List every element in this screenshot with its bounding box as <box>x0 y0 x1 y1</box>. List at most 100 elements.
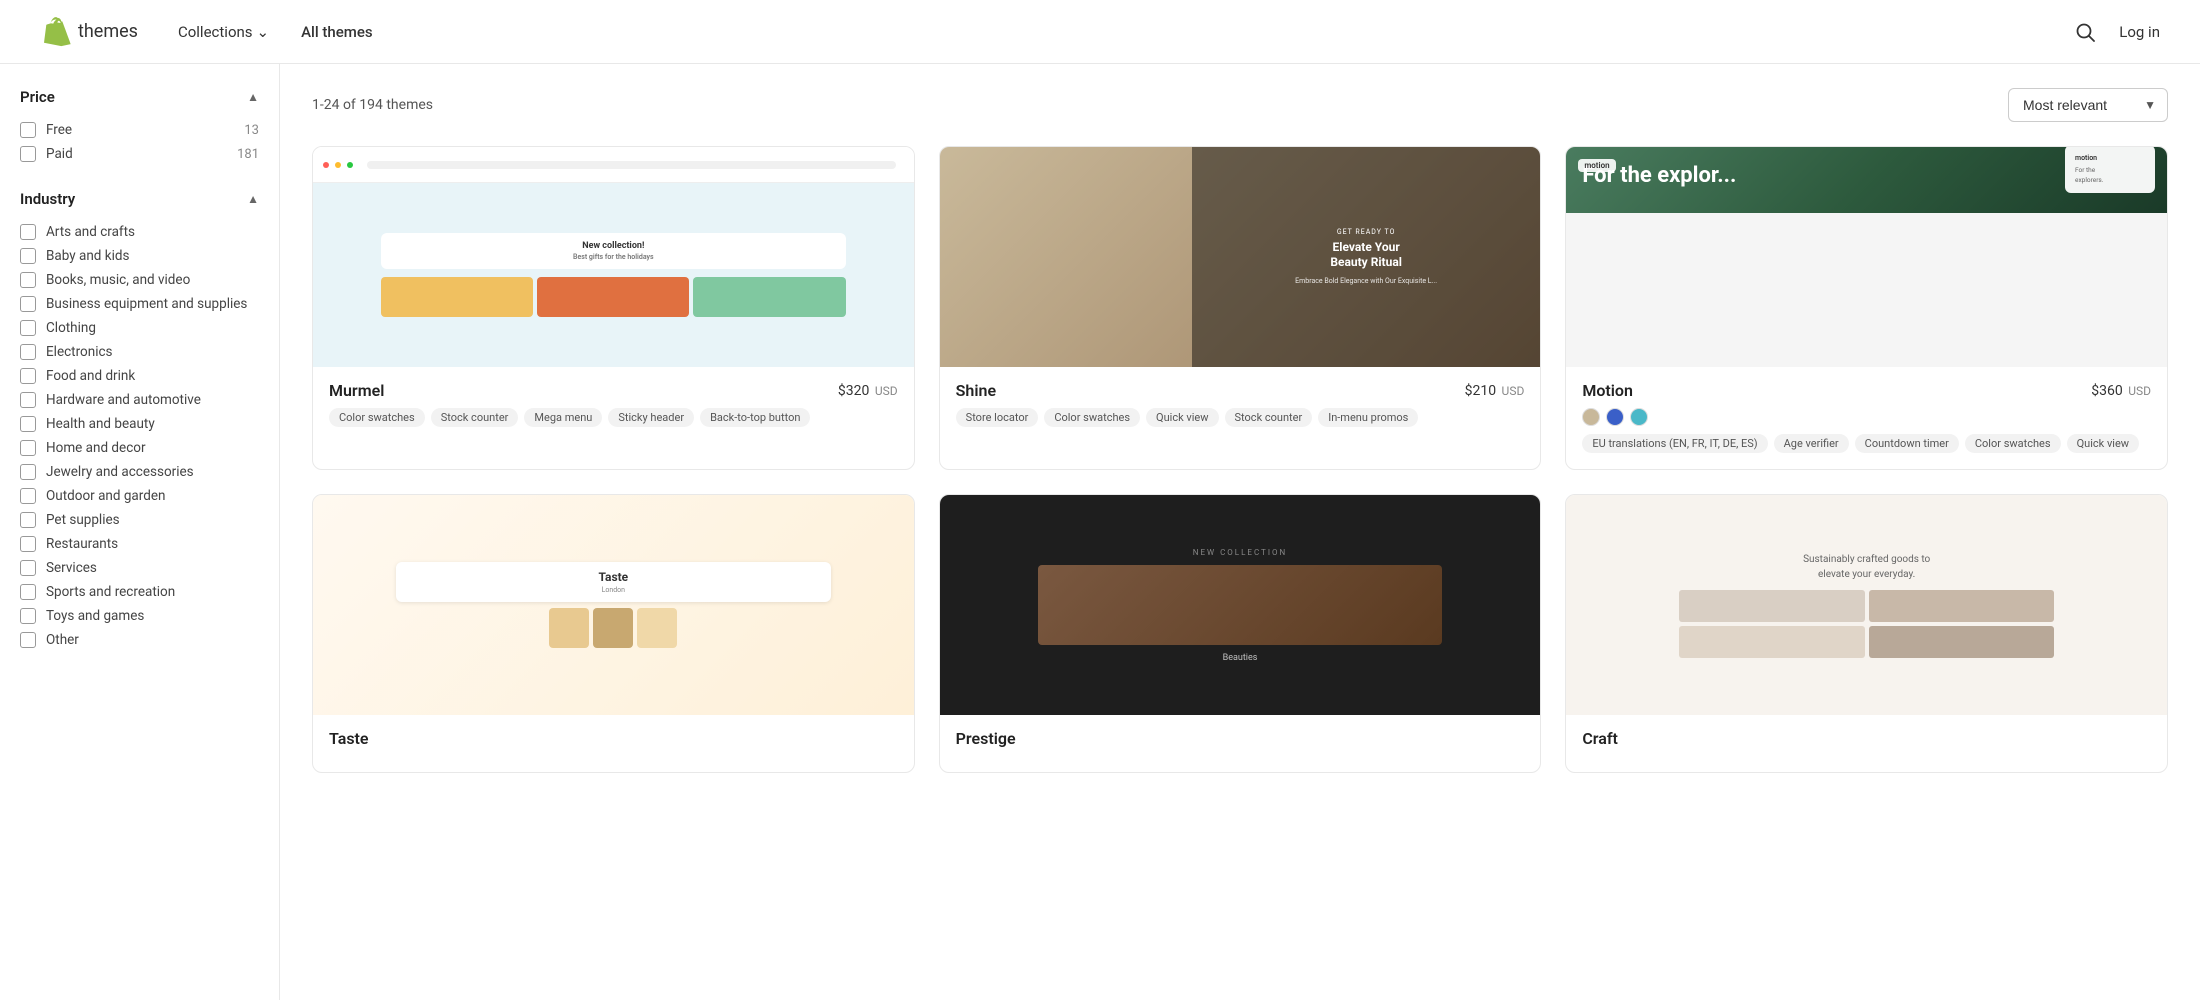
industry-checkbox-14[interactable] <box>20 560 36 576</box>
all-themes-label: All themes <box>301 23 373 41</box>
industry-filter-item-2[interactable]: Books, music, and video <box>20 268 259 292</box>
theme-card-craft[interactable]: Sustainably crafted goods toelevate your… <box>1565 494 2168 773</box>
log-in-link[interactable]: Log in <box>2119 23 2160 41</box>
industry-checkbox-0[interactable] <box>20 224 36 240</box>
theme-tag: In-menu promos <box>1318 408 1418 427</box>
industry-filter-item-14[interactable]: Services <box>20 556 259 580</box>
industry-filter-item-11[interactable]: Outdoor and garden <box>20 484 259 508</box>
industry-checkbox-17[interactable] <box>20 632 36 648</box>
industry-checkbox-12[interactable] <box>20 512 36 528</box>
industry-checkbox-11[interactable] <box>20 488 36 504</box>
main-content: 1-24 of 194 themes Most relevantNewestPr… <box>280 64 2200 1000</box>
industry-label-12: Pet supplies <box>46 512 259 528</box>
industry-filter-item-3[interactable]: Business equipment and supplies <box>20 292 259 316</box>
collections-chevron-icon: ⌄ <box>257 23 270 41</box>
theme-name-motion: Motion <box>1582 381 1633 400</box>
theme-price-motion: $360 USD <box>2091 383 2151 399</box>
theme-currency: USD <box>875 384 898 398</box>
industry-filter-item-13[interactable]: Restaurants <box>20 532 259 556</box>
price-free-count: 13 <box>244 123 259 138</box>
main-layout: Price ▲ Free 13 Paid 181 Industry ▲ Arts… <box>0 64 2200 1000</box>
theme-info-taste: Taste <box>313 715 914 772</box>
theme-info-murmel: Murmel $320 USD Color swatchesStock coun… <box>313 367 914 443</box>
price-filter-paid[interactable]: Paid 181 <box>20 142 259 166</box>
theme-price-murmel: $320 USD <box>838 383 898 399</box>
industry-filter-item-16[interactable]: Toys and games <box>20 604 259 628</box>
theme-price-shine: $210 USD <box>1465 383 1525 399</box>
industry-filter-item-5[interactable]: Electronics <box>20 340 259 364</box>
theme-card-prestige[interactable]: New Collection Beauties Prestige <box>939 494 1542 773</box>
industry-checkbox-3[interactable] <box>20 296 36 312</box>
industry-label-5: Electronics <box>46 344 259 360</box>
swatch-0[interactable] <box>1582 408 1600 426</box>
theme-title-row: Prestige <box>956 729 1525 748</box>
header-actions: Log in <box>2071 18 2160 46</box>
theme-card-taste[interactable]: Taste London Taste <box>312 494 915 773</box>
theme-card-motion[interactable]: motion For the explor... motion For thee… <box>1565 146 2168 470</box>
price-section-header[interactable]: Price ▲ <box>20 88 259 106</box>
industry-label-15: Sports and recreation <box>46 584 259 600</box>
swatch-2[interactable] <box>1630 408 1648 426</box>
price-paid-label: Paid <box>46 146 227 162</box>
theme-card-shine[interactable]: Get Ready To Elevate YourBeauty Ritual E… <box>939 146 1542 470</box>
sort-select[interactable]: Most relevantNewestPrice: low to highPri… <box>2008 88 2168 122</box>
price-filter-free[interactable]: Free 13 <box>20 118 259 142</box>
industry-checkbox-8[interactable] <box>20 416 36 432</box>
industry-checkbox-1[interactable] <box>20 248 36 264</box>
industry-checkbox-4[interactable] <box>20 320 36 336</box>
industry-checkbox-5[interactable] <box>20 344 36 360</box>
industry-checkbox-16[interactable] <box>20 608 36 624</box>
theme-info-prestige: Prestige <box>940 715 1541 772</box>
industry-checkbox-6[interactable] <box>20 368 36 384</box>
industry-filter-item-12[interactable]: Pet supplies <box>20 508 259 532</box>
theme-tag: Stock counter <box>1225 408 1313 427</box>
industry-checkbox-10[interactable] <box>20 464 36 480</box>
industry-checkbox-7[interactable] <box>20 392 36 408</box>
price-paid-checkbox[interactable] <box>20 146 36 162</box>
theme-preview-taste: Taste London <box>313 495 914 715</box>
price-free-checkbox[interactable] <box>20 122 36 138</box>
swatch-1[interactable] <box>1606 408 1624 426</box>
industry-filter-item-8[interactable]: Health and beauty <box>20 412 259 436</box>
industry-filter-item-10[interactable]: Jewelry and accessories <box>20 460 259 484</box>
industry-filter-item-4[interactable]: Clothing <box>20 316 259 340</box>
industry-label-7: Hardware and automotive <box>46 392 259 408</box>
industry-checkbox-9[interactable] <box>20 440 36 456</box>
theme-preview-shine: Get Ready To Elevate YourBeauty Ritual E… <box>940 147 1541 367</box>
theme-preview-prestige: New Collection Beauties <box>940 495 1541 715</box>
industry-filter-item-9[interactable]: Home and decor <box>20 436 259 460</box>
price-title: Price <box>20 88 55 106</box>
industry-filter-item-17[interactable]: Other <box>20 628 259 652</box>
theme-tag: Countdown timer <box>1855 434 1959 453</box>
theme-name-shine: Shine <box>956 381 996 400</box>
theme-tag: Color swatches <box>329 408 425 427</box>
industry-collapse-icon: ▲ <box>247 192 259 206</box>
theme-tag: Back-to-top button <box>700 408 810 427</box>
theme-card-murmel[interactable]: New collection! Best gifts for the holid… <box>312 146 915 470</box>
theme-tag: Sticky header <box>608 408 694 427</box>
theme-tag: EU translations (EN, FR, IT, DE, ES) <box>1582 434 1767 453</box>
industry-label-14: Services <box>46 560 259 576</box>
theme-title-row: Murmel $320 USD <box>329 381 898 400</box>
theme-preview-craft: Sustainably crafted goods toelevate your… <box>1566 495 2167 715</box>
industry-filter-item-15[interactable]: Sports and recreation <box>20 580 259 604</box>
nav-all-themes[interactable]: All themes <box>301 23 373 41</box>
search-button[interactable] <box>2071 18 2099 46</box>
industry-filter-item-1[interactable]: Baby and kids <box>20 244 259 268</box>
industry-filter-item-0[interactable]: Arts and crafts <box>20 220 259 244</box>
industry-section-header[interactable]: Industry ▲ <box>20 190 259 208</box>
theme-info-shine: Shine $210 USD Store locatorColor swatch… <box>940 367 1541 443</box>
industry-label-3: Business equipment and supplies <box>46 296 259 312</box>
industry-checkbox-13[interactable] <box>20 536 36 552</box>
logo-link[interactable]: themes <box>40 16 138 48</box>
industry-filter-item-6[interactable]: Food and drink <box>20 364 259 388</box>
results-count: 1-24 of 194 themes <box>312 97 433 113</box>
industry-filter-item-7[interactable]: Hardware and automotive <box>20 388 259 412</box>
industry-filter-section: Industry ▲ Arts and crafts Baby and kids… <box>20 190 259 652</box>
industry-checkbox-15[interactable] <box>20 584 36 600</box>
theme-tag: Store locator <box>956 408 1039 427</box>
industry-label-9: Home and decor <box>46 440 259 456</box>
industry-checkbox-2[interactable] <box>20 272 36 288</box>
theme-tag: Age verifier <box>1774 434 1849 453</box>
nav-collections[interactable]: Collections ⌄ <box>178 23 269 41</box>
